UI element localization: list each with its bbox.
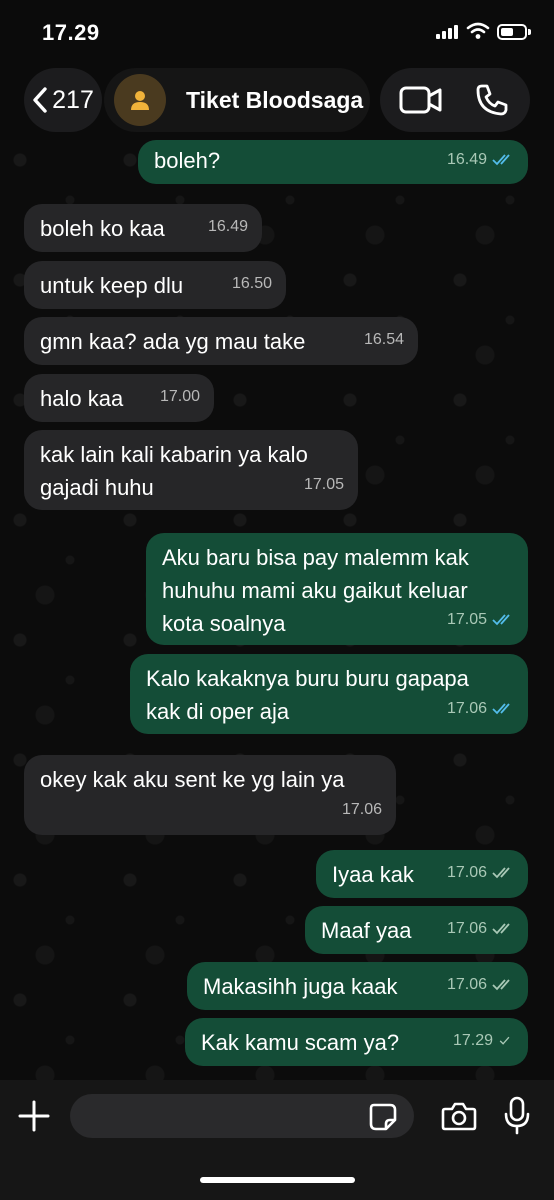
message-time: 16.54 bbox=[363, 331, 404, 348]
call-actions bbox=[380, 68, 530, 132]
plus-icon[interactable] bbox=[16, 1098, 52, 1134]
sticker-icon[interactable] bbox=[368, 1102, 398, 1132]
double-check-delivered-icon bbox=[492, 923, 510, 935]
back-button[interactable]: 217 bbox=[24, 68, 102, 132]
message-time: 17.29 bbox=[452, 1032, 493, 1049]
message-bubble[interactable]: gmn kaa? ada yg mau take 16.54 bbox=[24, 317, 418, 365]
message-bubble[interactable]: Makasihh juga kaak 17.06 bbox=[187, 962, 528, 1010]
video-camera-icon[interactable] bbox=[398, 82, 444, 118]
message-bubble[interactable]: halo kaa 17.00 bbox=[24, 374, 214, 422]
message-time: 16.49 bbox=[207, 218, 248, 235]
message-time: 17.06 bbox=[446, 920, 487, 937]
camera-icon[interactable] bbox=[441, 1100, 477, 1132]
message-bubble[interactable]: Kak kamu scam ya? 17.29 bbox=[185, 1018, 528, 1066]
message-text: Maaf yaa bbox=[321, 918, 412, 943]
unread-count: 217 bbox=[52, 85, 94, 114]
message-bubble[interactable]: Aku baru bisa pay malemm kak huhuhu mami… bbox=[146, 533, 528, 645]
message-input[interactable] bbox=[70, 1094, 414, 1138]
message-text: Iyaa kak bbox=[332, 862, 414, 887]
avatar bbox=[114, 74, 166, 126]
message-time: 17.05 bbox=[303, 476, 344, 493]
message-bubble[interactable]: Maaf yaa 17.06 bbox=[305, 906, 528, 954]
message-text: boleh ko kaa bbox=[40, 216, 165, 241]
message-time: 16.49 bbox=[446, 151, 487, 168]
chevron-left-icon bbox=[33, 87, 47, 113]
cellular-signal-icon bbox=[436, 25, 458, 39]
message-bubble[interactable]: Kalo kakaknya buru buru gapapa kak di op… bbox=[130, 654, 528, 734]
message-text: okey kak aku sent ke yg lain ya bbox=[40, 767, 345, 792]
message-text: untuk keep dlu bbox=[40, 273, 184, 298]
message-text: gmn kaa? ada yg mau take bbox=[40, 329, 306, 354]
message-bubble[interactable]: Iyaa kak 17.06 bbox=[316, 850, 528, 898]
message-text-line: Aku baru bisa pay malemm kak bbox=[162, 545, 469, 570]
message-time: 17.05 bbox=[446, 611, 487, 628]
double-check-delivered-icon bbox=[492, 979, 510, 991]
message-bubble[interactable]: boleh ko kaa 16.49 bbox=[24, 204, 262, 252]
person-icon bbox=[131, 91, 149, 110]
message-time: 17.06 bbox=[446, 864, 487, 881]
message-time: 17.06 bbox=[446, 976, 487, 993]
message-text-line: Kalo kakaknya buru buru gapapa bbox=[146, 666, 469, 691]
single-check-sent-icon bbox=[499, 1036, 510, 1045]
double-check-read-icon bbox=[492, 154, 510, 166]
contact-info-button[interactable]: Tiket Bloodsaga bbox=[104, 68, 370, 132]
message-bubble[interactable]: boleh? 16.49 bbox=[138, 140, 528, 184]
double-check-delivered-icon bbox=[492, 867, 510, 879]
phone-icon[interactable] bbox=[474, 82, 510, 118]
message-text-line: kak lain kali kabarin ya kalo bbox=[40, 442, 308, 467]
message-text: Kak kamu scam ya? bbox=[201, 1030, 400, 1055]
message-time: 16.50 bbox=[231, 275, 272, 292]
chat-header: 217 Tiket Bloodsaga bbox=[0, 64, 554, 140]
message-text: boleh? bbox=[154, 148, 221, 173]
message-time: 17.06 bbox=[446, 700, 487, 717]
home-indicator bbox=[200, 1177, 355, 1183]
message-bubble[interactable]: kak lain kali kabarin ya kalo gajadi huh… bbox=[24, 430, 358, 510]
status-time: 17.29 bbox=[42, 20, 100, 45]
message-time: 17.06 bbox=[341, 801, 382, 818]
message-composer bbox=[0, 1080, 554, 1200]
battery-icon bbox=[497, 24, 527, 40]
battery-tip bbox=[528, 29, 531, 35]
double-check-read-icon bbox=[492, 614, 510, 626]
message-text-line: gajadi huhu bbox=[40, 475, 154, 500]
wifi-icon bbox=[466, 22, 490, 39]
microphone-icon[interactable] bbox=[502, 1096, 532, 1136]
message-text: halo kaa bbox=[40, 386, 124, 411]
message-time: 17.00 bbox=[159, 388, 200, 405]
contact-name: Tiket Bloodsaga bbox=[186, 87, 364, 113]
message-text: Makasihh juga kaak bbox=[203, 974, 398, 999]
status-bar: 17.29 bbox=[0, 0, 554, 64]
message-bubble[interactable]: okey kak aku sent ke yg lain ya 17.06 bbox=[24, 755, 396, 835]
message-bubble[interactable]: untuk keep dlu 16.50 bbox=[24, 261, 286, 309]
double-check-read-icon bbox=[492, 703, 510, 715]
